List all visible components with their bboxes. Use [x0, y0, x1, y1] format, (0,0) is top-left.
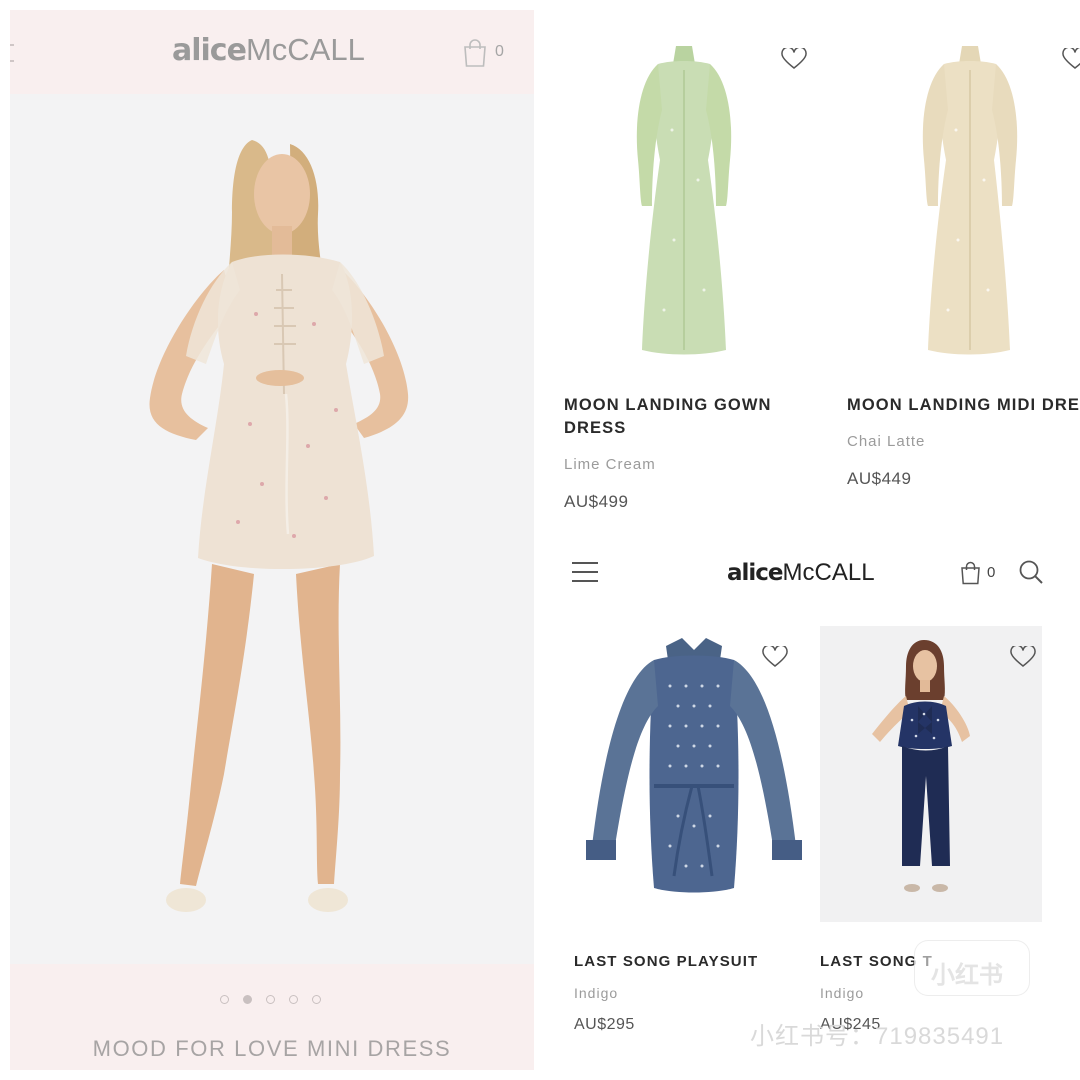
right-listing-screen: MOON LANDING GOWN DRESS Lime Cream AU$49… [540, 10, 1080, 1070]
product-card-moon-landing-gown[interactable]: MOON LANDING GOWN DRESS Lime Cream AU$49… [554, 10, 816, 530]
product-price: AU$295 [574, 1016, 635, 1033]
site-header: alice McCALL 0 [540, 545, 1080, 603]
search-icon[interactable] [1018, 559, 1044, 585]
hero-product-image[interactable] [10, 94, 534, 964]
carousel-dot-active[interactable] [243, 995, 252, 1004]
logo-word-mccall: McCALL [782, 559, 875, 586]
left-footer: MOOD FOR LOVE MINI DRESS [10, 964, 534, 1070]
logo-word-alice: alice [172, 33, 247, 68]
product-image[interactable] [574, 626, 814, 926]
brand-logo[interactable]: alice McCALL [172, 32, 365, 68]
product-image[interactable] [820, 626, 1042, 922]
product-price: AU$449 [847, 469, 912, 488]
carousel-dot[interactable] [266, 995, 275, 1004]
product-image[interactable] [554, 10, 816, 380]
brand-logo[interactable]: alice McCALL [727, 559, 875, 587]
left-header: alice McCALL 0 [10, 10, 534, 94]
logo-word-alice: alice [727, 560, 784, 586]
product-name-line[interactable]: MOON LANDING GOWN [564, 394, 772, 417]
heart-icon[interactable] [1010, 646, 1036, 668]
product-image[interactable] [836, 10, 1080, 380]
heart-icon[interactable] [762, 646, 788, 668]
product-name-line[interactable]: DRESS [564, 417, 626, 440]
carousel-dots[interactable] [220, 995, 321, 1004]
product-card-moon-landing-midi[interactable]: MOON LANDING MIDI DRE Chai Latte AU$449 [836, 10, 1080, 530]
bag-count: 0 [987, 564, 996, 581]
product-price: AU$499 [564, 492, 629, 511]
logo-word-mccall: McCALL [245, 32, 365, 67]
carousel-dot[interactable] [220, 995, 229, 1004]
left-product-screen: alice McCALL 0 MOOD FOR LOVE MINI DRESS [10, 10, 534, 1070]
product-color: Indigo [820, 985, 865, 1001]
carousel-dot[interactable] [289, 995, 298, 1004]
shopping-bag-icon[interactable] [960, 561, 981, 585]
product-name[interactable]: LAST SONG PLAYSUIT [574, 950, 758, 973]
product-title: MOOD FOR LOVE MINI DRESS [92, 1036, 452, 1061]
heart-icon[interactable] [1062, 48, 1080, 70]
shopping-bag-icon[interactable] [462, 38, 488, 68]
menu-icon[interactable] [572, 562, 598, 582]
product-color: Chai Latte [847, 433, 926, 450]
menu-icon-partial[interactable] [10, 44, 14, 62]
bag-count: 0 [495, 43, 504, 60]
product-name-line[interactable]: MOON LANDING MIDI DRE [847, 394, 1080, 417]
heart-icon[interactable] [781, 48, 807, 70]
product-color: Lime Cream [564, 456, 656, 473]
carousel-dot[interactable] [312, 995, 321, 1004]
product-color: Indigo [574, 985, 619, 1001]
product-card-last-song-playsuit[interactable]: LAST SONG PLAYSUIT Indigo AU$295 [574, 626, 814, 1046]
watermark-badge-text: 小红书 [931, 962, 1003, 989]
watermark-badge: 小红书 [914, 940, 1030, 996]
watermark-text: 小红书号：719835491 [750, 1023, 1005, 1050]
